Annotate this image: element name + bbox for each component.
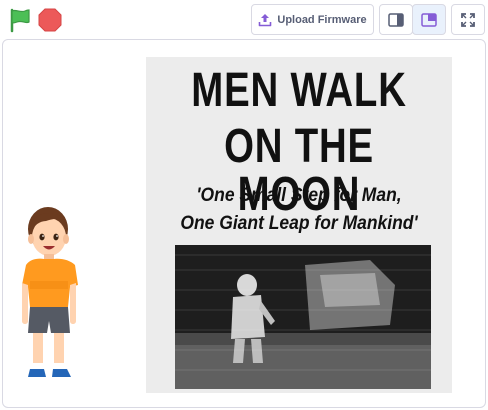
fullscreen-icon — [461, 12, 475, 27]
newspaper-subhead-line2: One Giant Leap for Mankind' — [180, 213, 418, 234]
large-stage-icon — [421, 12, 437, 27]
upload-firmware-button[interactable]: Upload Firmware — [251, 4, 374, 35]
stage-canvas[interactable]: MEN WALK ON THE MOON 'One Small Step for… — [2, 39, 486, 408]
green-flag-icon[interactable] — [7, 7, 33, 33]
moon-landing-photo — [175, 245, 431, 389]
newspaper-subhead-line1: 'One Small Step for Man, — [196, 185, 402, 206]
kid-sprite[interactable] — [18, 203, 82, 389]
newspaper-backdrop: MEN WALK ON THE MOON 'One Small Step for… — [146, 57, 452, 393]
stop-icon[interactable] — [38, 8, 62, 32]
fullscreen-button[interactable] — [451, 4, 485, 35]
upload-firmware-label: Upload Firmware — [277, 13, 367, 26]
upload-icon — [259, 13, 272, 26]
newspaper-headline-line1: MEN WALK — [191, 64, 407, 117]
small-stage-button[interactable] — [379, 4, 413, 35]
stage-toolbar: Upload Firmware — [0, 0, 488, 38]
small-stage-icon — [388, 12, 404, 27]
large-stage-button[interactable] — [412, 4, 446, 35]
